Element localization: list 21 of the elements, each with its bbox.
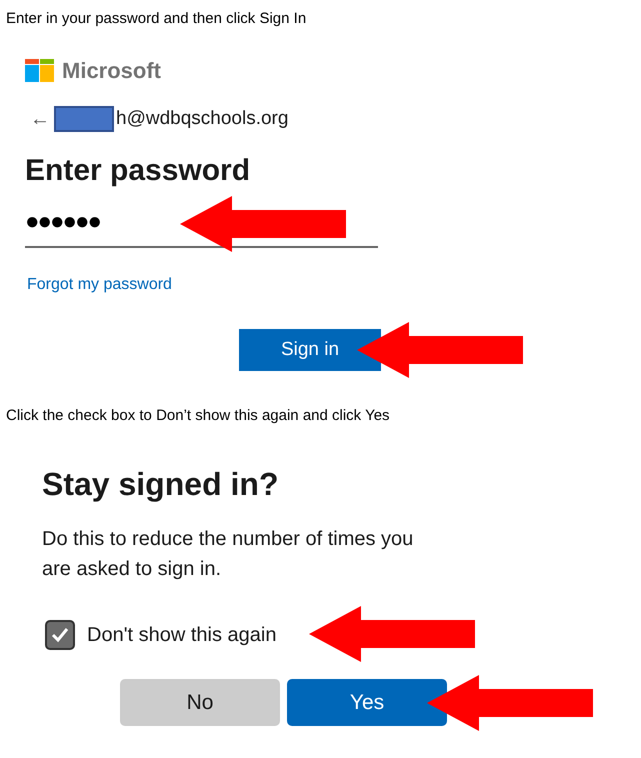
no-button[interactable]: No bbox=[120, 679, 280, 726]
email-text: h@wdbqschools.org bbox=[116, 106, 288, 131]
checkmark-icon bbox=[50, 625, 70, 645]
back-button[interactable]: ← bbox=[30, 104, 50, 134]
arrow-icon bbox=[427, 675, 593, 731]
arrow-icon bbox=[180, 196, 346, 252]
forgot-password-link[interactable]: Forgot my password bbox=[27, 273, 172, 297]
page-heading: Enter password bbox=[25, 153, 250, 189]
dialog-heading: Stay signed in? bbox=[42, 465, 278, 504]
checkbox[interactable] bbox=[45, 620, 75, 650]
brand-name: Microsoft bbox=[62, 57, 161, 85]
sign-in-button[interactable]: Sign in bbox=[239, 329, 381, 371]
checkbox-label: Don't show this again bbox=[87, 623, 276, 648]
instruction-text: Click the check box to Don’t show this again and click Yes bbox=[6, 406, 390, 426]
yes-button[interactable]: Yes bbox=[287, 679, 447, 726]
arrow-icon bbox=[357, 322, 523, 378]
redaction-box bbox=[54, 106, 114, 132]
description-text: Do this to reduce the number of times you are asked to sign in. bbox=[42, 527, 414, 582]
logo-icon bbox=[25, 59, 54, 82]
instruction-text: Enter in your password and then click Sign In bbox=[6, 9, 306, 29]
arrow-icon bbox=[309, 606, 475, 662]
